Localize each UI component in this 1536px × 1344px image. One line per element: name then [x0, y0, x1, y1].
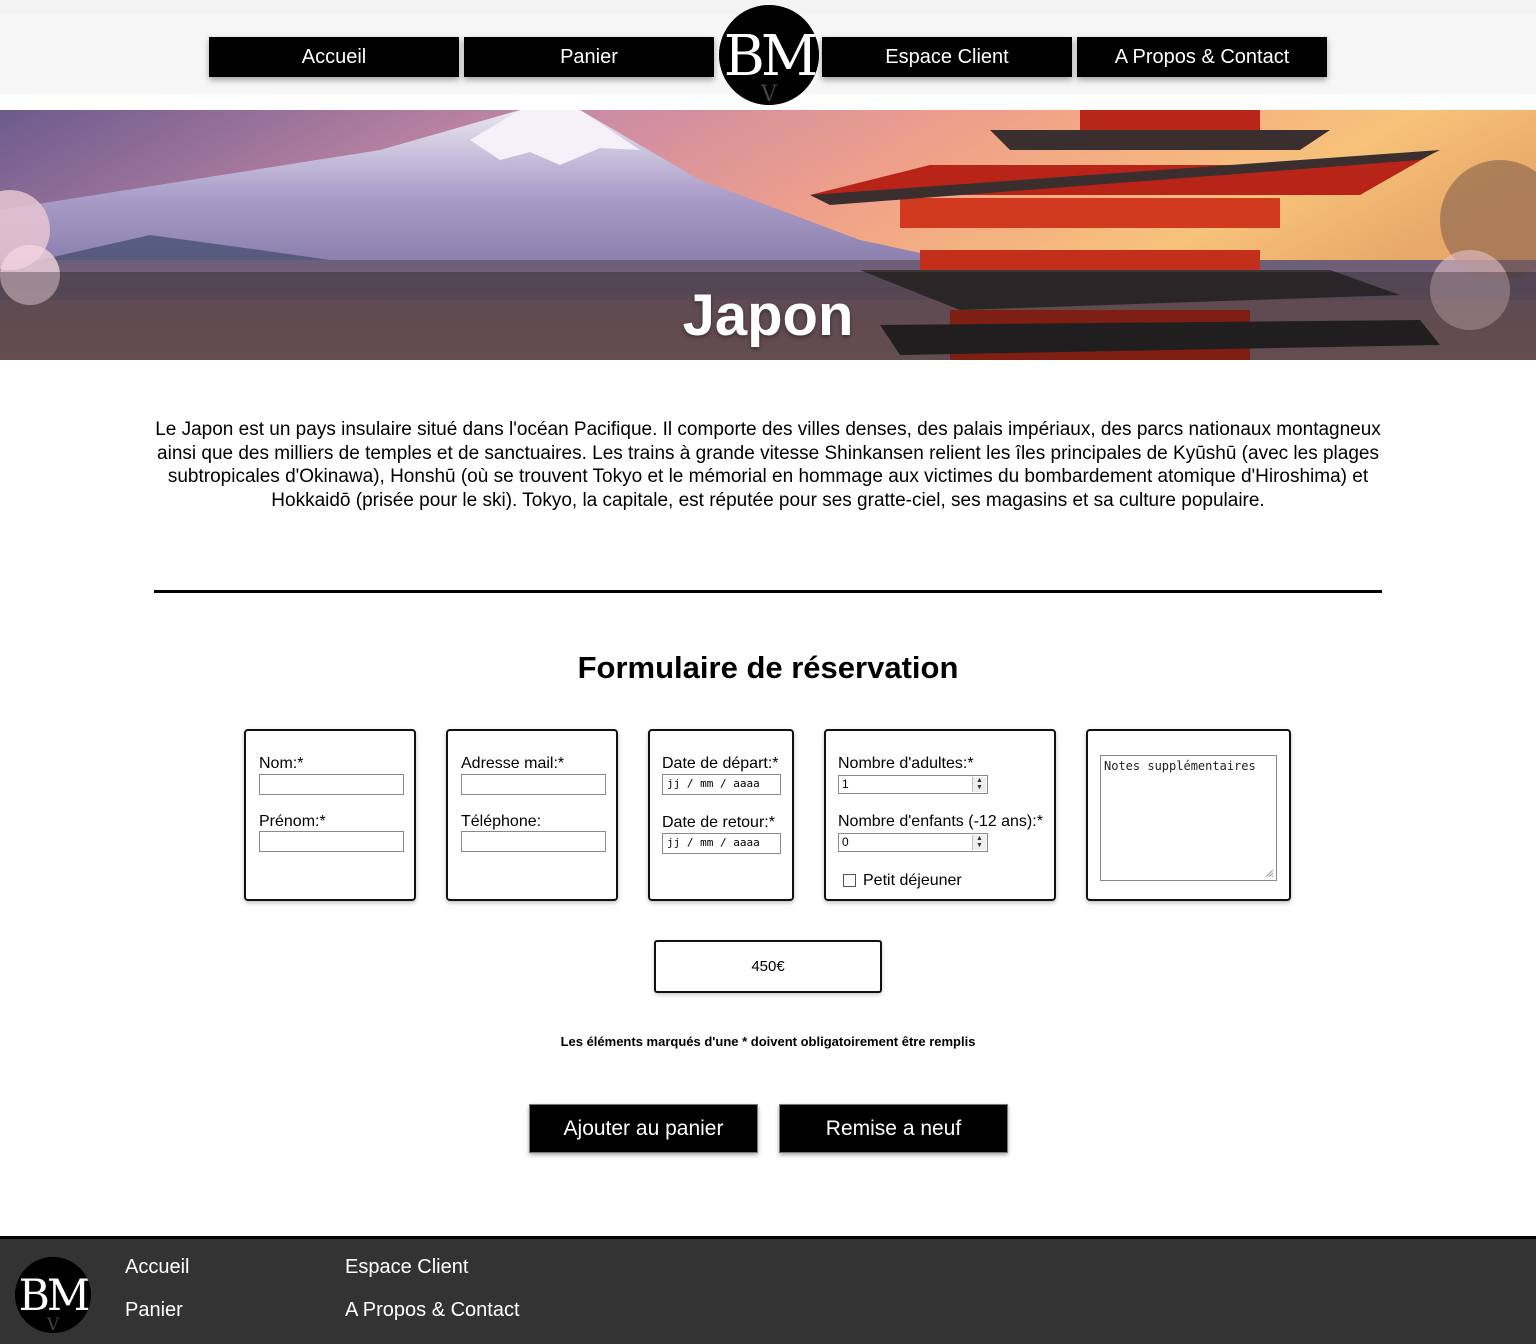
children-spin-icon[interactable]: ▲ ▼ [972, 835, 986, 850]
notes-placeholder: Notes supplémentaires [1104, 759, 1256, 773]
contact-box: Adresse mail:* Téléphone: [446, 729, 618, 901]
identity-box: Nom:* Prénom:* [244, 729, 416, 901]
children-stepper[interactable]: 0 ▲ ▼ [838, 833, 988, 852]
total-price: 450€ [654, 940, 882, 993]
return-date-input[interactable]: jj / mm / aaaa [662, 833, 781, 854]
add-to-cart-button[interactable]: Ajouter au panier [529, 1104, 758, 1153]
phone-input[interactable] [461, 831, 606, 852]
destination-description: Le Japon est un pays insulaire situé dan… [155, 419, 1381, 511]
svg-text:V: V [46, 1314, 60, 1333]
departure-date-label: Date de départ:* [662, 755, 779, 772]
page-title: Japon [682, 283, 854, 348]
name-label: Nom:* [259, 755, 304, 772]
footer-about-contact-link[interactable]: A Propos & Contact [345, 1299, 520, 1322]
svg-text:BM: BM [724, 24, 816, 89]
adults-spin-icon[interactable]: ▲ ▼ [972, 777, 986, 792]
section-divider [154, 590, 1382, 593]
return-date-label: Date de retour:* [662, 814, 775, 831]
firstname-input[interactable] [259, 831, 404, 852]
footer-logo[interactable]: BM V [15, 1257, 91, 1333]
header: Accueil Panier BM V Espace Client A Prop… [0, 0, 1536, 105]
svg-text:V: V [760, 82, 778, 105]
logo[interactable]: BM V [719, 5, 819, 105]
breakfast-checkbox[interactable] [843, 874, 856, 887]
footer-client-area-link[interactable]: Espace Client [345, 1256, 468, 1279]
breakfast-label: Petit déjeuner [863, 872, 962, 889]
phone-label: Téléphone: [461, 813, 542, 830]
adults-label: Nombre d'adultes:* [838, 755, 974, 772]
travelers-box: Nombre d'adultes:* 1 ▲ ▼ Nombre d'enfants… [824, 729, 1056, 901]
email-label: Adresse mail:* [461, 755, 565, 772]
required-fields-note: Les éléments marqués d'une * doivent obl… [560, 1034, 976, 1049]
notes-textarea[interactable]: Notes supplémentaires [1100, 755, 1277, 881]
nav-home-button[interactable]: Accueil [209, 37, 459, 77]
firstname-label: Prénom:* [259, 813, 326, 830]
logo-mark-icon: BM V [719, 5, 819, 105]
footer-cart-link[interactable]: Panier [125, 1299, 183, 1322]
name-input[interactable] [259, 774, 404, 795]
children-value: 0 [842, 835, 849, 849]
nav-about-contact-button[interactable]: A Propos & Contact [1077, 37, 1327, 77]
adults-value: 1 [842, 777, 849, 791]
nav-cart-button[interactable]: Panier [464, 37, 714, 77]
footer-home-link[interactable]: Accueil [125, 1256, 189, 1279]
footer: BM V Accueil Panier Espace Client A Prop… [0, 1236, 1536, 1344]
departure-date-input[interactable]: jj / mm / aaaa [662, 774, 781, 795]
resize-grip-icon[interactable] [1265, 869, 1274, 878]
adults-stepper[interactable]: 1 ▲ ▼ [838, 775, 988, 794]
hero-banner: Japon [0, 110, 1536, 360]
footer-logo-mark-icon: BM V [15, 1257, 91, 1333]
nav-client-area-button[interactable]: Espace Client [822, 37, 1072, 77]
form-title: Formulaire de réservation [577, 650, 959, 685]
children-label: Nombre d'enfants (-12 ans):* [838, 813, 1043, 830]
dates-box: Date de départ:* jj / mm / aaaa Date de … [648, 729, 794, 901]
email-input[interactable] [461, 774, 606, 795]
reset-button[interactable]: Remise a neuf [779, 1104, 1008, 1153]
notes-box: Notes supplémentaires [1086, 729, 1291, 901]
